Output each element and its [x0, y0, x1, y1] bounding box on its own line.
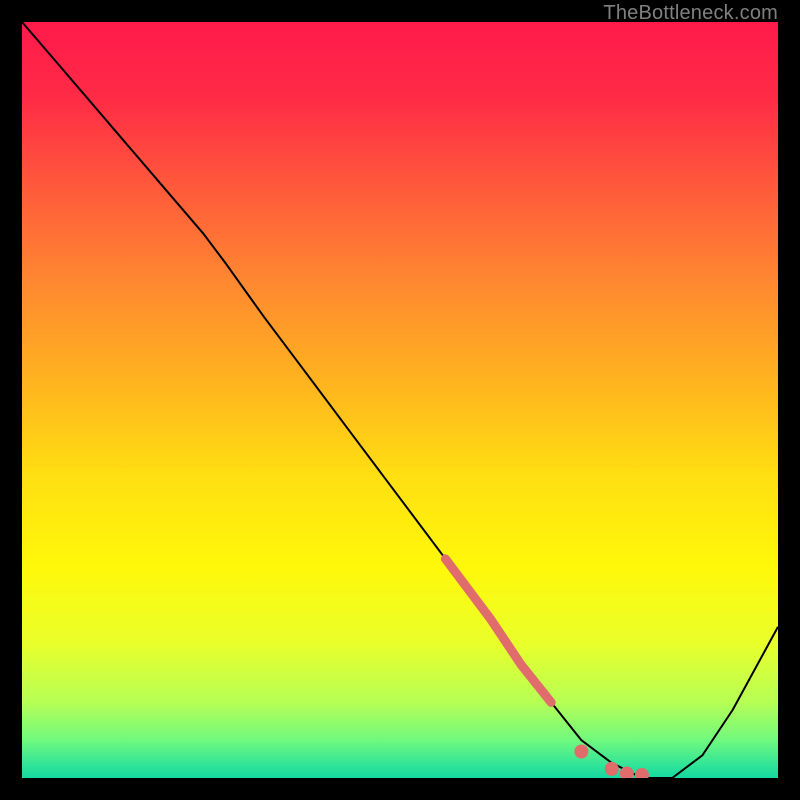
chart-canvas [22, 22, 778, 778]
highlight-dot [574, 745, 588, 759]
chart-frame: TheBottleneck.com [0, 0, 800, 800]
highlight-dot [605, 762, 619, 776]
attribution-text: TheBottleneck.com [603, 2, 778, 25]
plot-area [22, 22, 778, 778]
gradient-background [22, 22, 778, 778]
